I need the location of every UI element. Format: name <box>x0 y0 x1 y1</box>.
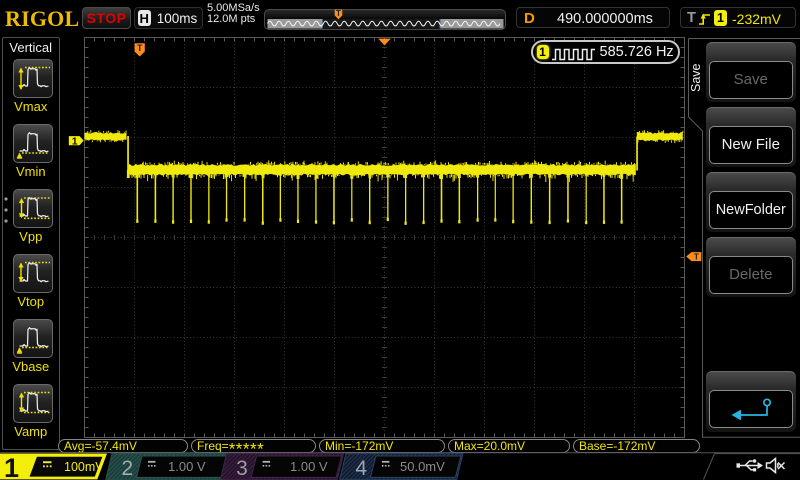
svg-text:T: T <box>694 252 700 262</box>
svg-text:1: 1 <box>72 135 78 147</box>
svg-text:50.0mV: 50.0mV <box>400 459 445 474</box>
svg-text:4: 4 <box>355 457 367 480</box>
svg-text:1.00 V: 1.00 V <box>168 459 206 474</box>
svg-text:T: T <box>137 43 143 53</box>
svg-text:3: 3 <box>236 457 248 480</box>
svg-text:1.00 V: 1.00 V <box>290 459 328 474</box>
svg-text:T: T <box>336 9 341 18</box>
svg-text:1: 1 <box>4 453 19 480</box>
svg-text:2: 2 <box>122 457 134 480</box>
svg-text:100mV: 100mV <box>64 460 104 474</box>
